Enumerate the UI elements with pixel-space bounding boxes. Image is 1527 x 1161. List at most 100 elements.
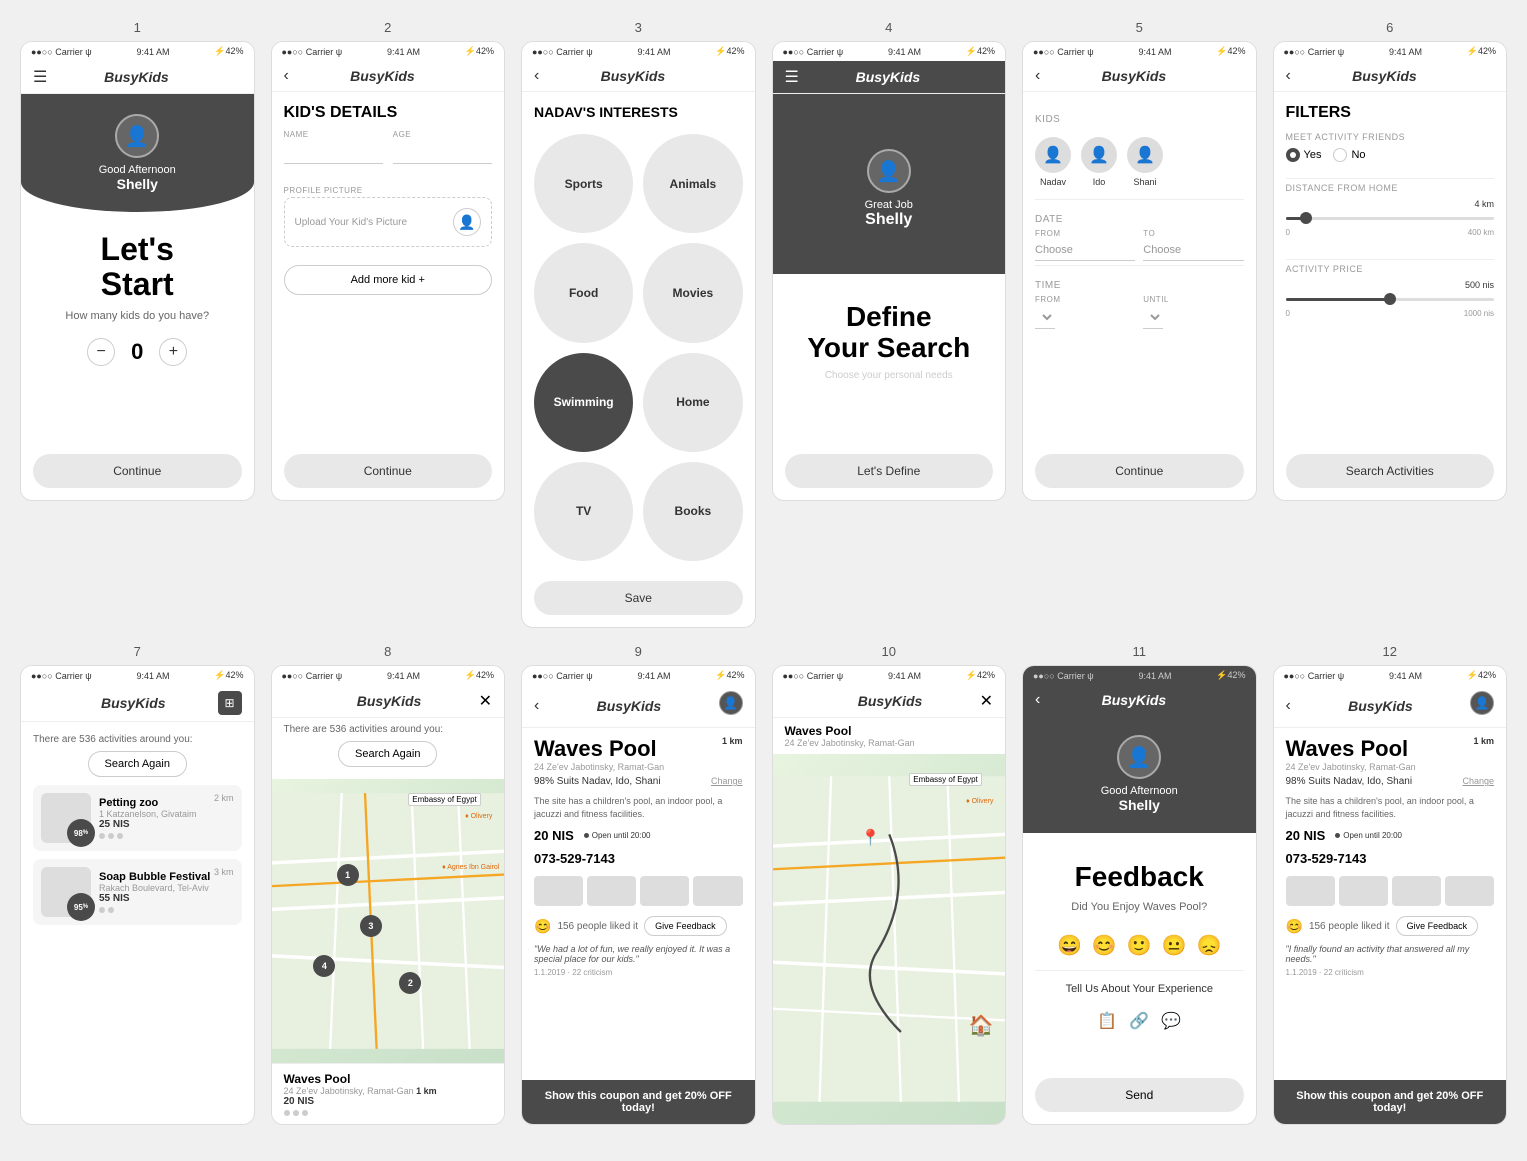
screen9-content: Waves Pool 24 Ze'ev Jabotinsky, Ramat-Ga…: [522, 728, 755, 1080]
lets-define-button[interactable]: Let's Define: [785, 454, 994, 488]
link-icon-11[interactable]: 🔗: [1129, 1011, 1149, 1031]
screen11-content: Feedback Did You Enjoy Waves Pool? 😄 😊 🙂…: [1023, 833, 1256, 1078]
emoji-ok[interactable]: 🙂: [1127, 933, 1152, 958]
interest-food[interactable]: Food: [534, 243, 633, 342]
emoji-great[interactable]: 😄: [1057, 933, 1082, 958]
interest-animals[interactable]: Animals: [643, 134, 742, 233]
screen-number-9: 9: [521, 644, 756, 659]
phone-12[interactable]: 073-529-7143: [1286, 851, 1495, 866]
continue-button-1[interactable]: Continue: [33, 454, 242, 488]
emoji-good[interactable]: 😊: [1092, 933, 1117, 958]
lets-start-title: Let'sStart: [21, 232, 254, 302]
interest-books[interactable]: Books: [643, 462, 742, 561]
change-link-12[interactable]: Change: [1462, 776, 1494, 786]
screen-number-2: 2: [271, 20, 506, 35]
time-until-select[interactable]: [1143, 306, 1163, 329]
map-marker-1: 1: [337, 864, 359, 886]
price-slider[interactable]: 500 nis 0 1000 nis: [1286, 280, 1495, 318]
phone-9[interactable]: 073-529-7143: [534, 851, 743, 866]
price-thumb[interactable]: [1384, 293, 1396, 305]
screen-number-6: 6: [1273, 20, 1508, 35]
interest-movies[interactable]: Movies: [643, 243, 742, 342]
hamburger-icon-4[interactable]: ☰: [785, 67, 799, 87]
search-again-button-8[interactable]: Search Again: [338, 741, 437, 767]
status-bar-3: ●●○○ Carrier ψ 9:41 AM ⚡42%: [522, 42, 755, 61]
add-kid-button[interactable]: Add more kid +: [284, 265, 493, 295]
yes-radio[interactable]: [1286, 148, 1300, 162]
give-feedback-9[interactable]: Give Feedback: [644, 916, 727, 936]
interest-tv[interactable]: TV: [534, 462, 633, 561]
to-value[interactable]: Choose: [1143, 240, 1243, 261]
coupon-bar-9[interactable]: Show this coupon and get 20% OFF today!: [522, 1080, 755, 1124]
from-label: FROM: [1035, 229, 1135, 238]
save-button-3[interactable]: Save: [534, 581, 743, 615]
img-thumb-9c: [640, 876, 689, 906]
dist-thumb[interactable]: [1300, 212, 1312, 224]
decrement-button[interactable]: −: [87, 338, 115, 366]
meet-friends-label: MEET ACTIVITY FRIENDS: [1286, 132, 1495, 142]
result-card-1[interactable]: 98% Petting zoo 1 Katzanelson, Givataim …: [33, 785, 242, 851]
screen-7: ●●○○ Carrier ψ 9:41 AM ⚡42% BusyKids ⊞ T…: [20, 665, 255, 1125]
yes-option[interactable]: Yes: [1286, 148, 1322, 162]
no-radio[interactable]: [1333, 148, 1347, 162]
map-area-10[interactable]: Embassy of Egypt ♦ Olivery 🏠 📍: [773, 754, 1006, 1124]
filter-icon-7[interactable]: ⊞: [218, 691, 242, 715]
choose-subtitle: Choose your personal needs: [785, 370, 994, 381]
screen-number-3: 3: [521, 20, 756, 35]
continue-button-5[interactable]: Continue: [1035, 454, 1244, 488]
waves-map-addr: 24 Ze'ev Jabotinsky, Ramat-Gan: [785, 738, 994, 748]
price-open-9: 20 NIS Open until 20:00: [534, 828, 743, 843]
emoji-neutral[interactable]: 😐: [1162, 933, 1187, 958]
search-activities-button[interactable]: Search Activities: [1286, 454, 1495, 488]
result-card-2[interactable]: 95% Soap Bubble Festival Rakach Boulevar…: [33, 859, 242, 925]
screen-2: ●●○○ Carrier ψ 9:41 AM ⚡42% ‹ BusyKids K…: [271, 41, 506, 501]
img-thumb-9a: [534, 876, 583, 906]
change-link-9[interactable]: Change: [711, 776, 743, 786]
interest-home[interactable]: Home: [643, 353, 742, 452]
search-again-button-7[interactable]: Search Again: [88, 751, 187, 777]
distance-slider[interactable]: 4 km 0 400 km: [1286, 199, 1495, 237]
counter-row: − 0 +: [21, 338, 254, 366]
kid-avatar-ido: 👤: [1081, 137, 1117, 173]
coupon-bar-12[interactable]: Show this coupon and get 20% OFF today!: [1274, 1080, 1507, 1124]
kid-ido[interactable]: 👤 Ido: [1081, 137, 1117, 187]
img-row-12: [1286, 876, 1495, 906]
close-icon-10[interactable]: ✕: [980, 691, 993, 711]
name-label: NAME: [284, 130, 383, 139]
send-button-11[interactable]: Send: [1035, 1078, 1244, 1112]
logo-8: BusyKids: [300, 693, 479, 709]
kid-nadav[interactable]: 👤 Nadav: [1035, 137, 1071, 187]
interest-sports[interactable]: Sports: [534, 134, 633, 233]
map-area-8[interactable]: 1 2 3 4 Embassy of Egypt ♦ Olivery ♦ Agn…: [272, 779, 505, 1063]
time-from-select[interactable]: [1035, 306, 1055, 329]
price-current: 500 nis: [1286, 280, 1495, 290]
hamburger-icon-1[interactable]: ☰: [33, 67, 47, 87]
copy-icon-11[interactable]: 📋: [1097, 1011, 1117, 1031]
age-input[interactable]: [393, 141, 492, 164]
continue-button-2[interactable]: Continue: [284, 454, 493, 488]
price-track[interactable]: [1286, 298, 1495, 301]
dist-track[interactable]: [1286, 217, 1495, 220]
increment-button[interactable]: +: [159, 338, 187, 366]
screen-5: ●●○○ Carrier ψ 9:41 AM ⚡42% ‹ BusyKids K…: [1022, 41, 1257, 501]
give-feedback-12[interactable]: Give Feedback: [1396, 916, 1479, 936]
logo-10: BusyKids: [801, 693, 980, 709]
price-min: 0: [1286, 309, 1290, 318]
date-label: DATE: [1035, 214, 1244, 225]
screen1-header: 👤 Good Afternoon Shelly: [21, 94, 254, 212]
upload-area[interactable]: Upload Your Kid's Picture 👤: [284, 197, 493, 247]
name-input[interactable]: [284, 141, 383, 164]
distance-section: DISTANCE FROM HOME 4 km 0 400 km: [1286, 183, 1495, 243]
interest-swimming[interactable]: Swimming: [534, 353, 633, 452]
emoji-row-11: 😄 😊 🙂 😐 😞: [1035, 933, 1244, 958]
no-option[interactable]: No: [1333, 148, 1365, 162]
emoji-bad[interactable]: 😞: [1197, 933, 1222, 958]
from-value[interactable]: Choose: [1035, 240, 1135, 261]
date-row: FROM Choose TO Choose: [1035, 229, 1244, 261]
smiley-12: 😊: [1286, 918, 1303, 935]
screen-number-1: 1: [20, 20, 255, 35]
chat-icon-11[interactable]: 💬: [1161, 1011, 1181, 1031]
kid-shani[interactable]: 👤 Shani: [1127, 137, 1163, 187]
screen-number-11: 11: [1022, 644, 1257, 659]
close-icon-8[interactable]: ✕: [479, 691, 492, 711]
